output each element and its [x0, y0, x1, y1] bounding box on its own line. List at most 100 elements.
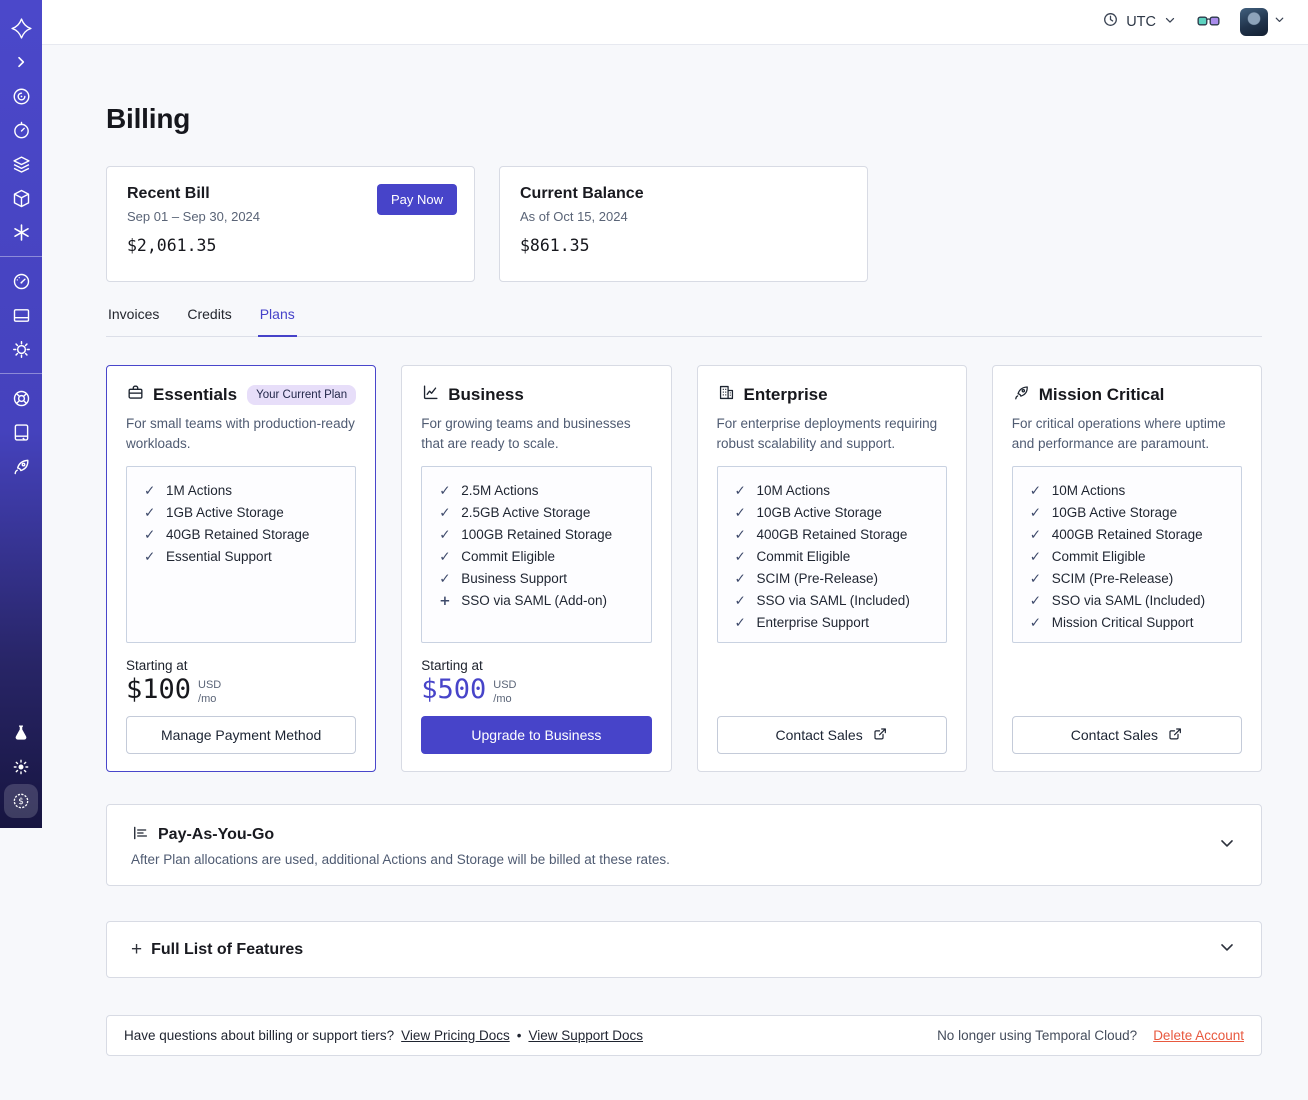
view-support-docs-link[interactable]: View Support Docs	[528, 1028, 643, 1043]
check-icon: ✓	[144, 549, 156, 566]
account-menu[interactable]	[1240, 8, 1286, 36]
feature-label: Essential Support	[166, 549, 272, 565]
plan-description: For enterprise deployments requiring rob…	[716, 416, 938, 451]
feature-item: ✓ 400GB Retained Storage	[735, 524, 940, 546]
plan-name: Mission Critical	[1038, 385, 1165, 404]
plan-name: Essentials	[153, 385, 238, 404]
feature-label: 40GB Retained Storage	[166, 527, 310, 543]
feature-label: Mission Critical Support	[1051, 615, 1194, 631]
svg-text:$: $	[18, 797, 24, 807]
gear-icon[interactable]	[4, 332, 38, 366]
feature-item: ✓ 40GB Retained Storage	[144, 524, 349, 546]
feature-label: 10M Actions	[1051, 483, 1126, 499]
feature-item: ✓ 400GB Retained Storage	[1030, 524, 1235, 546]
full-features-accordion[interactable]: + Full List of Features	[106, 921, 1262, 978]
billing-tabs: Invoices Credits Plans	[106, 306, 1262, 337]
tab-credits[interactable]: Credits	[185, 306, 233, 336]
card-icon[interactable]	[4, 298, 38, 332]
plan-description: For critical operations where uptime and…	[1011, 416, 1226, 451]
layers-icon[interactable]	[4, 147, 38, 181]
chevron-down-icon	[1273, 13, 1286, 31]
feature-item: ✓ 10M Actions	[1030, 480, 1235, 502]
footer-separator: •	[516, 1028, 522, 1043]
plan-description: For growing teams and businesses that ar…	[421, 416, 631, 451]
check-icon: ✓	[1029, 571, 1042, 588]
cube-icon[interactable]	[4, 181, 38, 215]
check-icon: ✓	[144, 527, 156, 544]
billing-summary-row: Recent Bill Sep 01 – Sep 30, 2024 $2,061…	[106, 166, 1262, 282]
feature-label: 100GB Retained Storage	[461, 527, 613, 543]
external-link-icon	[1167, 726, 1183, 745]
asterisk-icon[interactable]	[4, 215, 38, 249]
pay-now-button[interactable]: Pay Now	[376, 184, 457, 215]
timezone-selector[interactable]: UTC	[1102, 11, 1177, 33]
lifebuoy-icon[interactable]	[4, 381, 38, 415]
feature-item: ✓ Mission Critical Support	[1030, 612, 1235, 634]
contact-sales-button[interactable]: Contact Sales	[716, 716, 947, 754]
feature-item: ✓ Commit Eligible	[439, 546, 644, 568]
plan-price: $100	[126, 674, 192, 706]
feedback-glasses-button[interactable]	[1197, 13, 1220, 32]
plan-card-essentials: Essentials Your Current Plan For small t…	[106, 365, 377, 772]
feature-label: 2.5M Actions	[461, 483, 539, 499]
timer-icon[interactable]	[4, 113, 38, 147]
tab-invoices[interactable]: Invoices	[106, 306, 161, 336]
feature-label: 1M Actions	[166, 483, 233, 499]
current-balance-card: Current Balance As of Oct 15, 2024 $861.…	[499, 166, 868, 282]
feature-label: 2.5GB Active Storage	[461, 505, 591, 521]
view-pricing-docs-link[interactable]: View Pricing Docs	[401, 1028, 510, 1043]
chevron-down-icon[interactable]	[1217, 833, 1237, 858]
check-icon: ✓	[1029, 549, 1042, 566]
check-icon: ✓	[734, 593, 746, 610]
current-balance-asof: As of Oct 15, 2024	[520, 209, 628, 224]
feature-item: ✓ Business Support	[439, 568, 644, 590]
chevron-down-icon[interactable]	[1217, 937, 1237, 962]
plan-card-enterprise: Enterprise For enterprise deployments re…	[696, 365, 967, 772]
dollar-badge-icon: $	[11, 791, 31, 811]
rocket-icon	[1012, 383, 1031, 407]
main-content: Billing Recent Bill Sep 01 – Sep 30, 202…	[106, 45, 1262, 1056]
price-period: /mo	[198, 693, 217, 706]
upgrade-to-business-button[interactable]: Upgrade to Business	[421, 716, 652, 754]
plans-grid: Essentials Your Current Plan For small t…	[106, 365, 1262, 772]
sidebar-expand-button[interactable]	[4, 45, 38, 79]
sun-icon[interactable]	[4, 750, 38, 784]
clock-icon	[1102, 11, 1119, 33]
feature-item: ✓ 10GB Active Storage	[735, 502, 940, 524]
tab-plans[interactable]: Plans	[257, 306, 297, 337]
check-icon: ✓	[734, 483, 746, 500]
manage-payment-method-button[interactable]: Manage Payment Method	[126, 716, 357, 754]
check-icon: ✓	[1029, 593, 1042, 610]
glasses-icon	[1197, 13, 1220, 32]
feature-label: SSO via SAML (Included)	[1051, 593, 1206, 609]
feature-item: ✓ Enterprise Support	[735, 612, 940, 634]
book-icon[interactable]	[4, 415, 38, 449]
price-currency: USD	[493, 679, 517, 692]
chevron-down-icon	[1163, 13, 1177, 32]
sidebar-item-billing[interactable]: $	[4, 784, 38, 818]
feature-label: SSO via SAML (Included)	[756, 593, 910, 609]
starting-at-label: Starting at	[421, 658, 483, 674]
delete-account-link[interactable]: Delete Account	[1153, 1028, 1244, 1043]
plan-card-business: Business For growing teams and businesse…	[401, 365, 672, 772]
flask-icon[interactable]	[4, 716, 38, 750]
feature-label: SSO via SAML (Add-on)	[461, 593, 608, 609]
feature-item: ✓ 2.5M Actions	[439, 480, 644, 502]
spiral-icon[interactable]	[4, 79, 38, 113]
plan-feature-box: ✓ 2.5M Actions ✓ 2.5GB Active Storage ✓ 100…	[421, 466, 652, 644]
temporal-star-logo-icon[interactable]	[4, 11, 38, 45]
plus-icon: +	[439, 593, 451, 610]
plan-name: Enterprise	[743, 385, 828, 404]
check-icon: ✓	[439, 571, 451, 588]
gauge-icon[interactable]	[4, 264, 38, 298]
feature-item: ✓ 1M Actions	[144, 480, 349, 502]
check-icon: ✓	[144, 483, 156, 500]
plan-feature-box: ✓ 10M Actions ✓ 10GB Active Storage ✓ 400GB…	[1011, 466, 1242, 644]
sidebar-divider	[0, 373, 42, 374]
payg-accordion[interactable]: Pay-As-You-Go After Plan allocations are…	[106, 804, 1262, 886]
feature-item: ✓ SSO via SAML (Included)	[735, 590, 940, 612]
payg-title: Pay-As-You-Go	[158, 826, 275, 843]
contact-sales-button[interactable]: Contact Sales	[1011, 716, 1242, 754]
check-icon: ✓	[1029, 615, 1042, 632]
rocket-icon[interactable]	[4, 449, 38, 483]
